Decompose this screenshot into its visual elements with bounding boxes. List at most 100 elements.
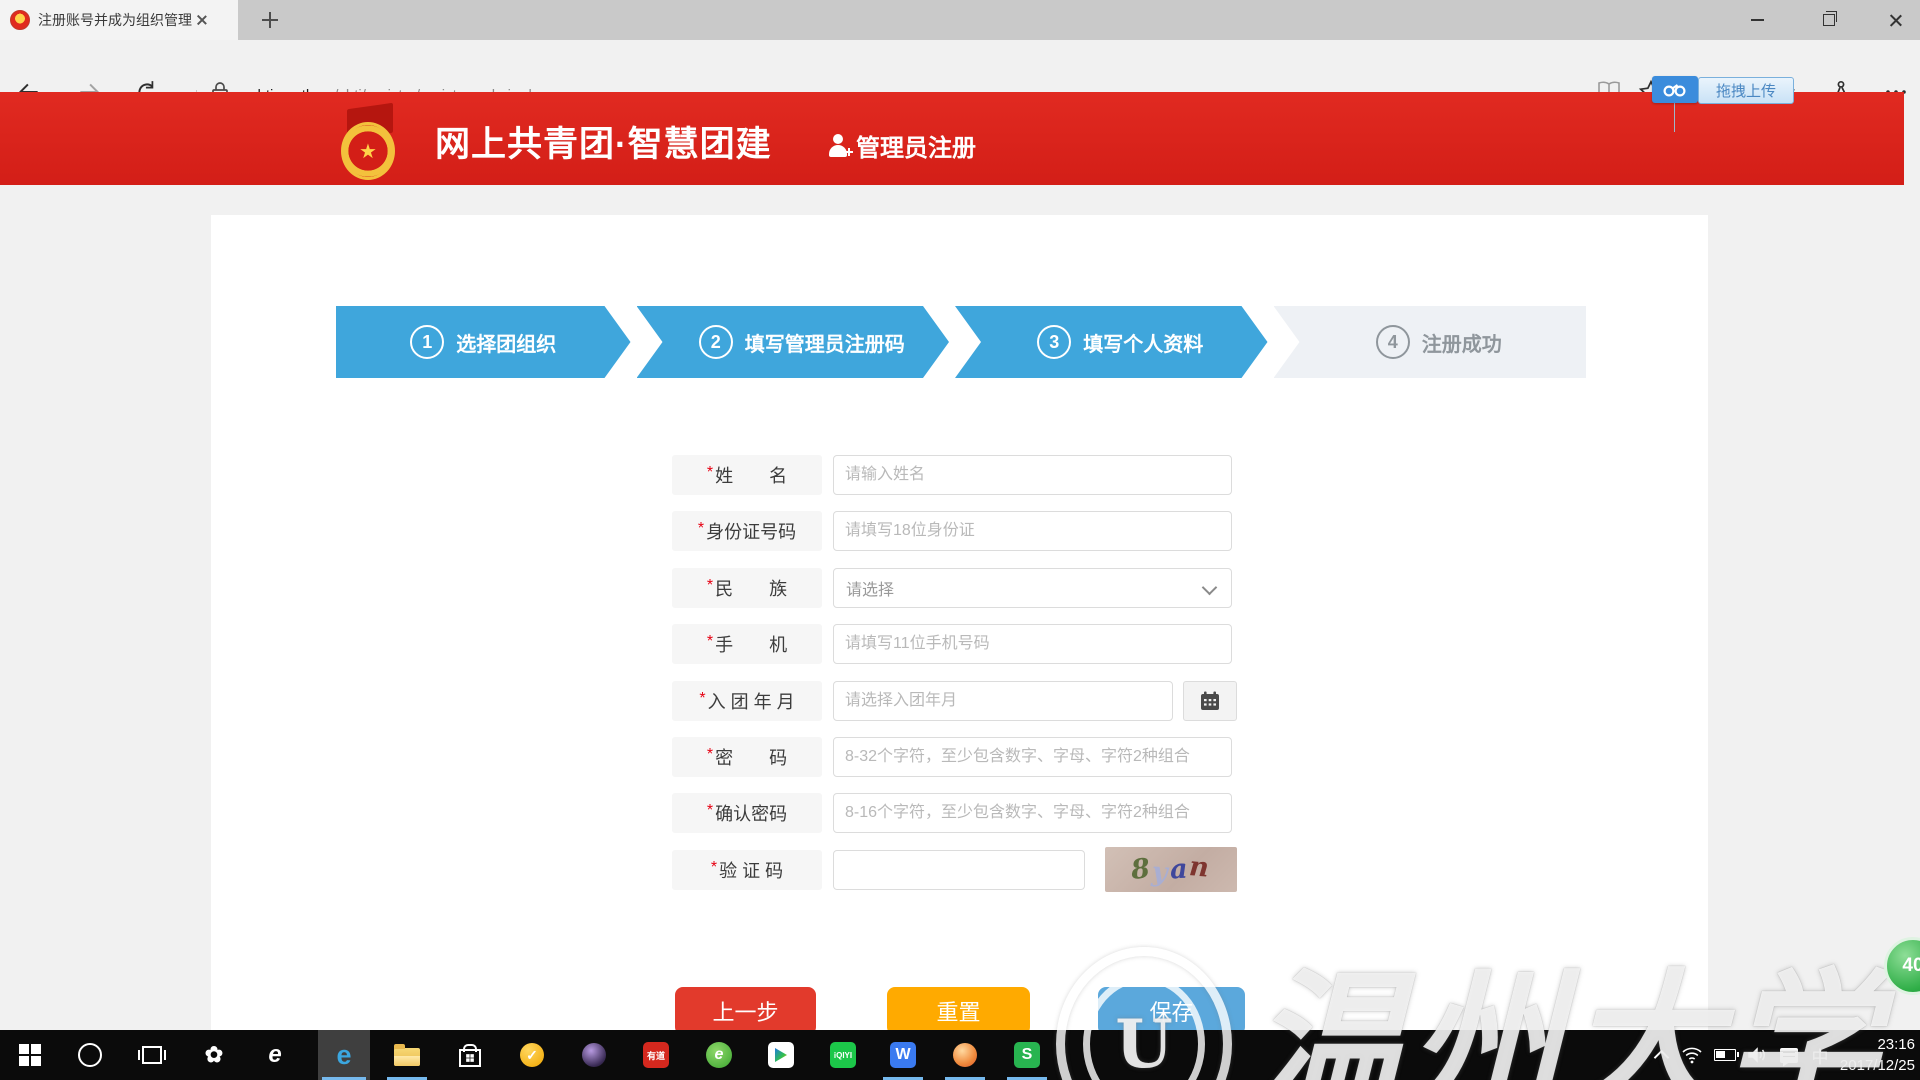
taskbar-app-store[interactable]: [446, 1030, 494, 1080]
taskbar-app-tencent-video[interactable]: [757, 1030, 805, 1080]
tray-volume[interactable]: [1742, 1030, 1772, 1080]
new-tab-icon[interactable]: [262, 12, 278, 28]
edge-icon: e: [336, 1040, 351, 1071]
speaker-icon: [1747, 1046, 1767, 1064]
tab-favicon-icon: [10, 10, 30, 30]
form-row-join-date: *入 团 年 月: [672, 681, 1252, 721]
captcha-label: *验 证 码: [672, 850, 822, 890]
step-number: 1: [410, 325, 444, 359]
captcha-image[interactable]: 8 y a n: [1105, 847, 1237, 892]
pinwheel-icon: ✿: [205, 1042, 223, 1068]
tab-close-icon[interactable]: [196, 14, 208, 26]
clock-date: 2017/12/25: [1840, 1055, 1915, 1076]
taskbar-app-iqiyi[interactable]: iQIYI: [819, 1030, 867, 1080]
wifi-icon: [1681, 1046, 1703, 1064]
taskbar-app-green-browser[interactable]: e: [695, 1030, 743, 1080]
admin-register-link[interactable]: 管理员注册: [828, 128, 976, 163]
window-close-button[interactable]: [1872, 0, 1918, 40]
step-number: 3: [1037, 325, 1071, 359]
save-button[interactable]: 保存: [1098, 987, 1245, 1030]
step-label: 填写管理员注册码: [745, 328, 905, 357]
tray-action-center[interactable]: [1772, 1030, 1806, 1080]
internet-explorer-icon: e: [268, 1041, 281, 1069]
seewo-icon: S: [1014, 1042, 1040, 1068]
reset-button[interactable]: 重置: [887, 987, 1030, 1030]
step-number: 2: [699, 325, 733, 359]
tencent-video-icon: [768, 1042, 794, 1068]
password-label: *密 码: [672, 737, 822, 777]
ethnicity-select[interactable]: 请选择: [833, 568, 1232, 608]
step-label: 选择团组织: [456, 328, 556, 357]
page-viewport: ★ 网上共青团·智慧团建 管理员注册 1 选择团组织 2 填写管理员注册码: [0, 92, 1904, 1030]
norton-icon: ✓: [520, 1043, 544, 1067]
screen: 注册账号并成为组织管理 zhtj.youth.cn/zhtj/register/…: [0, 0, 1920, 1080]
step-number: 4: [1376, 325, 1410, 359]
ethnicity-label: *民 族: [672, 568, 822, 608]
iqiyi-icon: iQIYI: [830, 1042, 856, 1068]
window-minimize-button[interactable]: [1734, 0, 1780, 40]
person-plus-icon: [828, 134, 850, 158]
captcha-input[interactable]: [833, 850, 1085, 890]
taskbar-app-orange-ball[interactable]: [941, 1030, 989, 1080]
step-1-choose-org: 1 选择团组织: [336, 306, 631, 378]
confirm-password-input[interactable]: [833, 793, 1232, 833]
start-button[interactable]: [6, 1030, 54, 1080]
window-restore-button[interactable]: [1806, 0, 1852, 40]
battery-icon: [1714, 1049, 1736, 1061]
id-number-input[interactable]: [833, 511, 1232, 551]
clock-time: 23:16: [1840, 1034, 1915, 1055]
drag-upload-pointer: [1674, 103, 1675, 132]
file-explorer-icon: [394, 1048, 420, 1066]
cortana-button[interactable]: [66, 1030, 114, 1080]
tray-network[interactable]: [1676, 1030, 1708, 1080]
taskbar-app-media-sphere[interactable]: [570, 1030, 618, 1080]
form-row-name: *姓 名: [672, 455, 1252, 495]
mobile-label: *手 机: [672, 624, 822, 664]
site-title: 网上共青团·智慧团建: [435, 116, 772, 167]
id-number-label: *身份证号码: [672, 511, 822, 551]
name-input[interactable]: [833, 455, 1232, 495]
tray-clock[interactable]: 23:16 2017/12/25: [1840, 1034, 1915, 1076]
form-row-captcha: *验 证 码 8 y a n: [672, 850, 1252, 890]
date-picker-button[interactable]: [1183, 681, 1237, 721]
form-row-password: *密 码: [672, 737, 1252, 777]
name-label: *姓 名: [672, 455, 822, 495]
taskbar-app-pinwheel[interactable]: ✿: [190, 1030, 238, 1080]
step-2-admin-code: 2 填写管理员注册码: [637, 306, 950, 378]
accelerator-value: 40: [1902, 955, 1920, 977]
green-browser-icon: e: [706, 1042, 732, 1068]
orange-ball-icon: [953, 1043, 977, 1067]
taskbar-app-wps[interactable]: W: [879, 1030, 927, 1080]
wps-icon: W: [890, 1042, 916, 1068]
step-4-success: 4 注册成功: [1274, 306, 1587, 378]
join-date-input[interactable]: [833, 681, 1173, 721]
taskbar-app-norton[interactable]: ✓: [508, 1030, 556, 1080]
taskbar-app-internet-explorer[interactable]: e: [251, 1030, 299, 1080]
form-row-mobile: *手 机: [672, 624, 1252, 664]
password-input[interactable]: [833, 737, 1232, 777]
step-progress: 1 选择团组织 2 填写管理员注册码 3 填写个人资料 4 注册成功: [336, 306, 1586, 378]
netdisk-cloud-icon[interactable]: [1652, 76, 1698, 103]
tray-battery[interactable]: [1708, 1030, 1742, 1080]
form-row-id-number: *身份证号码: [672, 511, 1252, 551]
browser-tab[interactable]: 注册账号并成为组织管理: [0, 0, 238, 40]
league-emblem-logo: ★: [341, 106, 395, 178]
admin-register-label: 管理员注册: [856, 128, 976, 163]
task-view-button[interactable]: [128, 1030, 176, 1080]
browser-tab-bar: 注册账号并成为组织管理: [0, 0, 1920, 40]
taskbar-app-edge[interactable]: e: [318, 1030, 370, 1080]
taskbar-app-youdao[interactable]: 有道: [632, 1030, 680, 1080]
taskbar-app-file-explorer[interactable]: [383, 1030, 431, 1080]
tray-ime[interactable]: 中: [1806, 1030, 1834, 1080]
taskbar-app-seewo[interactable]: S: [1003, 1030, 1051, 1080]
step-label: 注册成功: [1422, 328, 1502, 357]
notification-icon: [1780, 1048, 1798, 1063]
tab-title: 注册账号并成为组织管理: [38, 10, 196, 30]
tray-show-hidden-icons[interactable]: [1646, 1030, 1676, 1080]
task-view-icon: [142, 1046, 162, 1064]
mobile-input[interactable]: [833, 624, 1232, 664]
calendar-icon: [1200, 691, 1220, 711]
previous-step-button[interactable]: 上一步: [675, 987, 816, 1030]
store-icon: [459, 1049, 481, 1067]
form-row-confirm-password: *确认密码: [672, 793, 1252, 833]
